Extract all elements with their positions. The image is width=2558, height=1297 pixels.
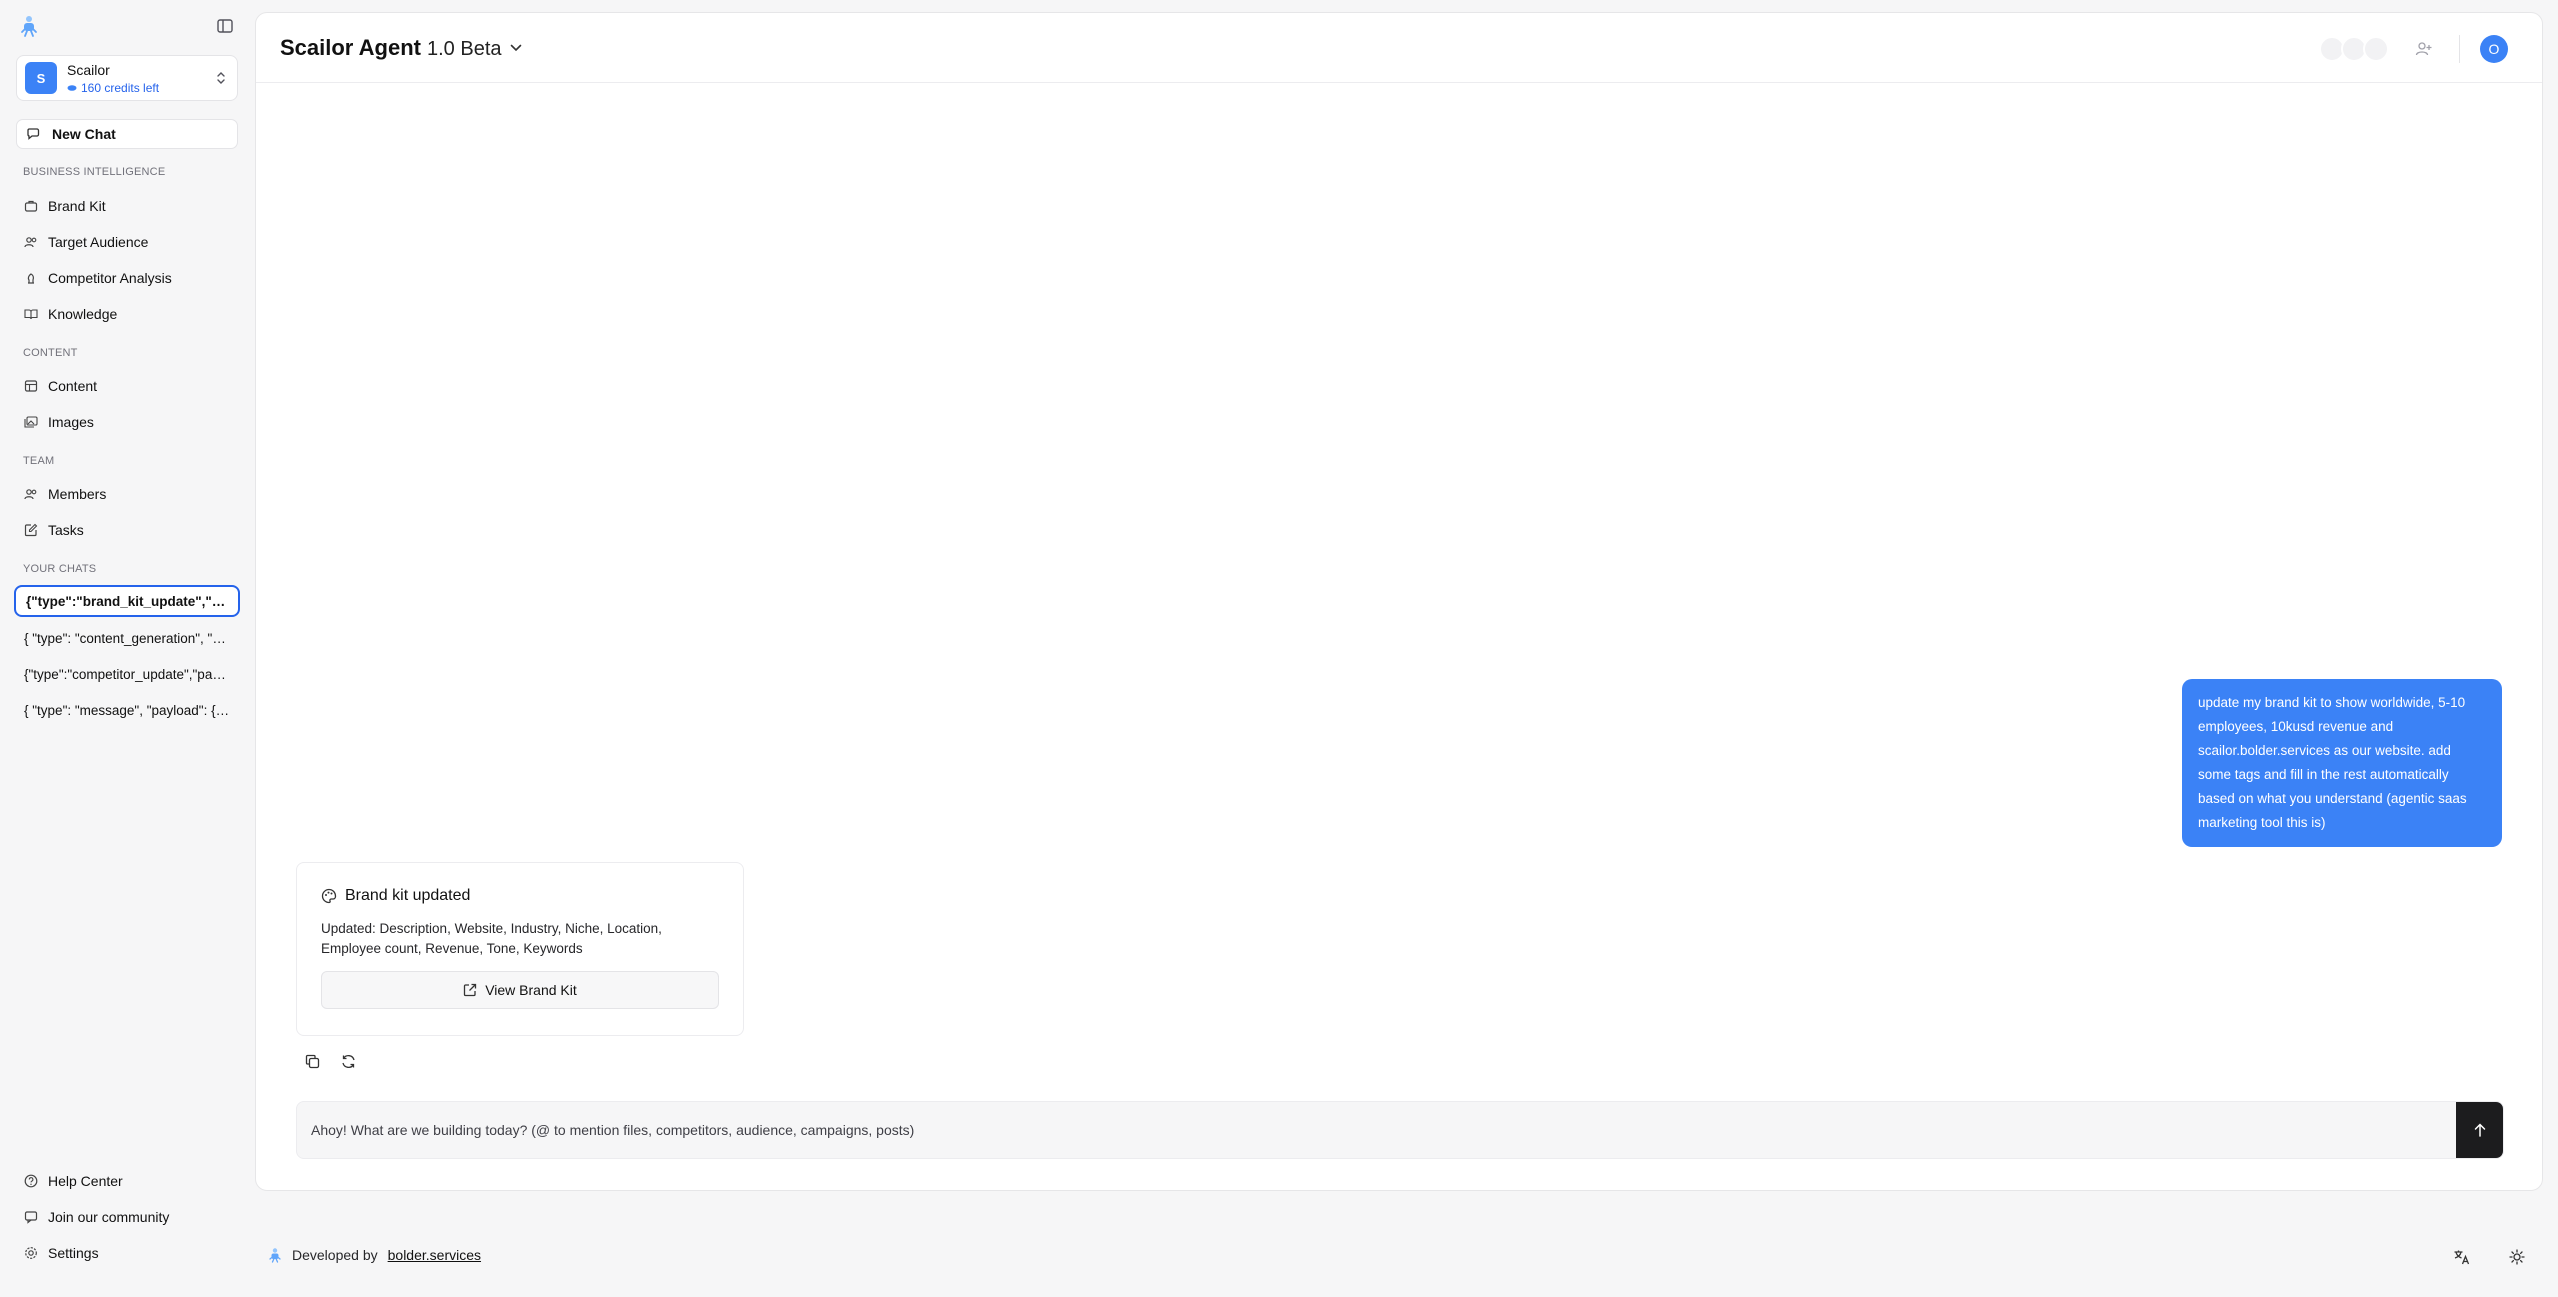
chat-history-item[interactable]: { "type": "message", "payload": { "text" (14, 694, 240, 726)
chat-header: Scailor Agent 1.0 Beta O (256, 13, 2542, 83)
section-team: TEAM (23, 455, 55, 467)
view-brand-kit-button[interactable]: View Brand Kit (321, 971, 719, 1009)
chat-bubbles-icon (27, 128, 40, 140)
images-icon (24, 416, 38, 428)
chat-panel: Scailor Agent 1.0 Beta O update my brand… (255, 12, 2543, 1191)
users-icon (24, 237, 37, 248)
sidebar-item-brand-kit[interactable]: Brand Kit (16, 191, 238, 221)
card-description: Updated: Description, Website, Industry,… (321, 921, 662, 956)
section-content: CONTENT (23, 347, 78, 359)
sidebar-toggle-icon[interactable] (213, 14, 237, 38)
view-brand-kit-label: View Brand Kit (485, 982, 577, 998)
model-selector[interactable]: Scailor Agent 1.0 Beta (280, 35, 522, 61)
chat-input[interactable] (297, 1102, 2457, 1158)
invite-user-icon[interactable] (2409, 34, 2439, 64)
sidebar: S Scailor 160 credits left New Chat BUSI… (0, 0, 255, 1297)
brand-kit-update-card: Brand kit updated Updated: Description, … (296, 862, 744, 1036)
sidebar-item-members[interactable]: Members (16, 479, 238, 509)
collaborator-avatar-placeholder (2363, 36, 2389, 62)
sidebar-item-tasks[interactable]: Tasks (16, 515, 238, 545)
sidebar-item-label: Tasks (48, 522, 84, 538)
section-business-intelligence: BUSINESS INTELLIGENCE (23, 166, 166, 178)
sidebar-item-label: Competitor Analysis (48, 270, 172, 286)
chevron-down-icon (510, 44, 521, 51)
model-version: 1.0 Beta (427, 37, 502, 60)
chat-title: { "type": "message", "payload": { "text" (24, 702, 230, 718)
copy-icon[interactable] (302, 1051, 322, 1071)
settings-label: Settings (48, 1245, 99, 1261)
sidebar-item-label: Content (48, 378, 98, 394)
sidebar-item-content[interactable]: Content (16, 371, 238, 401)
message-composer (296, 1101, 2504, 1159)
new-chat-button[interactable]: New Chat (16, 119, 238, 149)
org-switcher[interactable]: S Scailor 160 credits left (16, 55, 238, 101)
sidebar-item-images[interactable]: Images (16, 407, 238, 437)
regenerate-icon[interactable] (338, 1051, 358, 1071)
translate-icon[interactable] (2450, 1245, 2474, 1269)
app-logo-icon[interactable] (18, 14, 42, 38)
send-button[interactable] (2456, 1102, 2503, 1158)
developer-credit: Developed by bolder.services (268, 1247, 481, 1263)
org-name: Scailor (67, 61, 110, 78)
sun-theme-icon[interactable] (2505, 1245, 2529, 1269)
credits-badge: 160 credits left (67, 81, 159, 95)
chat-title: {"type":"competitor_update","payload":{ (24, 666, 230, 682)
developer-link[interactable]: bolder.services (388, 1247, 481, 1263)
arrow-up-icon (2474, 1123, 2485, 1137)
sidebar-item-label: Knowledge (48, 306, 118, 322)
sidebar-item-label: Target Audience (48, 234, 149, 250)
chat-title: {"type":"brand_kit_update","payload":{ (26, 593, 228, 609)
sidebar-item-knowledge[interactable]: Knowledge (16, 299, 238, 329)
chat-history-item[interactable]: { "type": "content_generation", "payload… (14, 622, 240, 654)
card-title: Brand kit updated (321, 887, 719, 905)
chevrons-up-down-icon (217, 72, 225, 84)
chat-history-item[interactable]: {"type":"brand_kit_update","payload":{ (14, 585, 240, 617)
sidebar-item-label: Members (48, 486, 107, 502)
cloud-icon (67, 85, 77, 91)
chess-piece-icon (27, 273, 34, 284)
chat-title: { "type": "content_generation", "payload… (24, 630, 230, 646)
help-center-label: Help Center (48, 1173, 123, 1189)
header-actions: O (2319, 34, 2508, 64)
sidebar-item-competitor-analysis[interactable]: Competitor Analysis (16, 263, 238, 293)
user-message-bubble: update my brand kit to show worldwide, 5… (2182, 679, 2502, 847)
sidebar-item-label: Images (48, 414, 94, 430)
model-name: Scailor Agent (280, 34, 421, 60)
community-link[interactable]: Join our community (16, 1203, 238, 1231)
header-divider (2459, 35, 2460, 63)
briefcase-icon (24, 200, 38, 212)
new-chat-label: New Chat (52, 126, 116, 142)
gear-icon (25, 1247, 37, 1259)
app-logo-small-icon (269, 1248, 281, 1263)
credits-text: 160 credits left (81, 80, 160, 95)
developed-by-text: Developed by (292, 1247, 378, 1263)
org-avatar: S (25, 62, 57, 94)
users-icon (24, 489, 37, 500)
section-your-chats: YOUR CHATS (23, 563, 97, 575)
book-open-icon (24, 309, 38, 320)
help-center-link[interactable]: Help Center (16, 1167, 238, 1195)
sidebar-item-target-audience[interactable]: Target Audience (16, 227, 238, 257)
community-label: Join our community (48, 1209, 170, 1225)
sidebar-item-label: Brand Kit (48, 198, 106, 214)
external-link-icon (464, 983, 477, 997)
help-circle-icon (24, 1174, 38, 1188)
chat-square-icon (24, 1211, 38, 1224)
layout-icon (24, 380, 38, 392)
edit-square-icon (24, 523, 38, 537)
settings-link[interactable]: Settings (16, 1239, 238, 1267)
palette-icon (321, 888, 337, 904)
card-title-text: Brand kit updated (345, 887, 471, 904)
chat-history-item[interactable]: {"type":"competitor_update","payload":{ (14, 658, 240, 690)
message-actions (302, 1051, 358, 1071)
user-avatar[interactable]: O (2480, 35, 2508, 63)
